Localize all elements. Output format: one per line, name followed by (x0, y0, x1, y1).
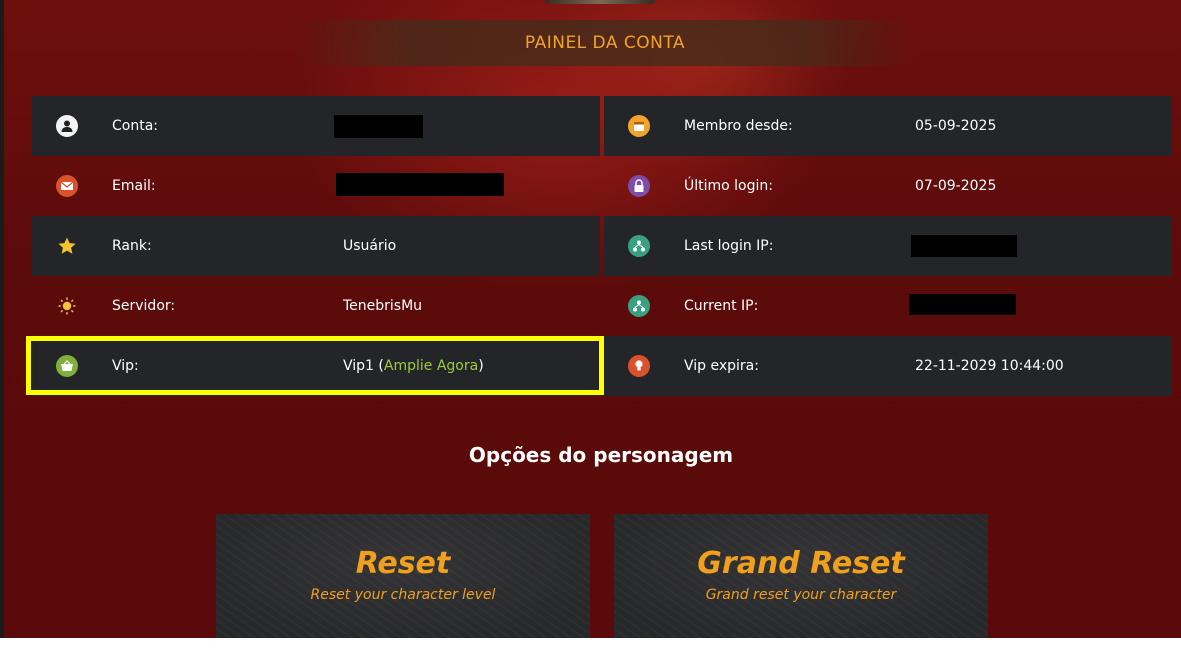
account-row-last-ip: Last login IP: (604, 216, 1172, 276)
member-since-label: Membro desde: (684, 118, 793, 134)
sun-icon (56, 295, 78, 317)
redacted-account (334, 115, 423, 138)
last-login-label: Último login: (684, 178, 773, 194)
rank-value: Usuário (343, 238, 397, 254)
current-ip-label: Current IP: (684, 298, 759, 314)
logo-fragment (545, 0, 655, 4)
network-icon (628, 235, 650, 257)
redacted-last-ip (911, 235, 1017, 257)
account-row-vip-expira: Vip expira: 22-11-2029 10:44:00 (604, 336, 1172, 396)
redacted-current-ip (909, 294, 1016, 315)
panel-title-band: PAINEL DA CONTA (295, 20, 915, 66)
account-row-current-ip: Current IP: (604, 276, 1172, 336)
lightbulb-icon (628, 355, 650, 377)
account-row-conta: Conta: (32, 96, 600, 156)
grand-reset-card[interactable]: Grand Reset Grand reset your character (614, 514, 988, 638)
email-label: Email: (112, 178, 156, 194)
account-panel-page: PAINEL DA CONTA Conta: Email: Rank: Usuá… (0, 0, 1181, 638)
user-icon (56, 115, 78, 137)
character-options-title: Opções do personagem (468, 443, 734, 467)
server-label: Servidor: (112, 298, 176, 314)
account-row-ultimo-login: Último login: 07-09-2025 (604, 156, 1172, 216)
reset-card-subtitle: Reset your character level (310, 587, 496, 603)
account-row-membro: Membro desde: 05-09-2025 (604, 96, 1172, 156)
last-ip-label: Last login IP: (684, 238, 774, 254)
account-row-email: Email: (32, 156, 600, 216)
rank-label: Rank: (112, 238, 152, 254)
reset-card-title: Reset (355, 546, 451, 581)
calendar-icon (628, 115, 650, 137)
vip-expires-value: 22-11-2029 10:44:00 (915, 358, 1064, 374)
grand-reset-card-title: Grand Reset (697, 546, 905, 581)
page-edge (0, 0, 4, 638)
server-value: TenebrisMu (343, 298, 423, 314)
mail-icon (56, 175, 78, 197)
reset-card[interactable]: Reset Reset your character level (216, 514, 590, 638)
account-row-servidor: Servidor: TenebrisMu (32, 276, 600, 336)
account-label: Conta: (112, 118, 158, 134)
lock-icon (628, 175, 650, 197)
redacted-email (336, 173, 504, 196)
star-icon (56, 235, 78, 257)
vip-expires-label: Vip expira: (684, 358, 759, 374)
grand-reset-card-subtitle: Grand reset your character (705, 587, 897, 603)
last-login-value: 07-09-2025 (915, 178, 997, 194)
network-icon (628, 295, 650, 317)
account-row-rank: Rank: Usuário (32, 216, 600, 276)
member-since-value: 05-09-2025 (915, 118, 997, 134)
panel-title: PAINEL DA CONTA (524, 33, 686, 53)
vip-row-highlight (26, 336, 604, 395)
